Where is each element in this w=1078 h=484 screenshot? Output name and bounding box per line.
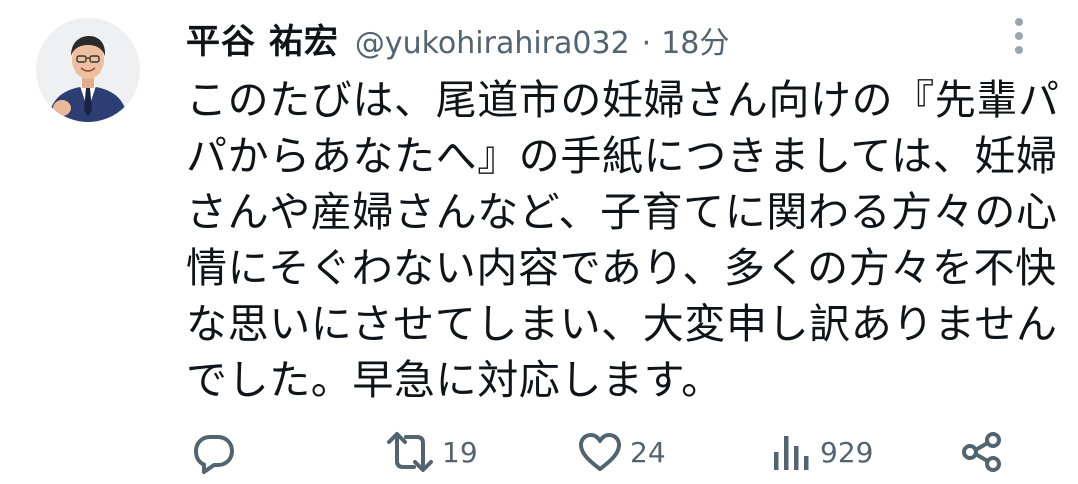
retweet-count: 19 [442,435,478,469]
retweet-icon [387,432,433,472]
reply-icon [194,435,234,474]
tweet-time[interactable]: 18分 [661,18,729,62]
like-count: 24 [630,435,666,469]
views-icon [774,436,809,470]
tweet-text-line: パからあなたへ』の手紙につきましては、妊婦 [186,132,1058,180]
meta-separator: · [641,26,652,61]
author-name[interactable]: 平谷 祐宏 [186,14,339,63]
like-button[interactable]: 24 [576,424,666,480]
retweet-button[interactable]: 19 [384,424,478,480]
tweet-text-line: さんや産婦さんなど、子育てに関わる方々の心 [186,188,1058,236]
avatar[interactable] [36,18,140,122]
share-icon [962,432,1001,472]
tweet-actions: 19 24 929 [186,424,1016,480]
tweet-text-line: でした。早急に対応します。 [186,356,723,404]
person-avatar-icon [36,18,140,122]
reply-button[interactable] [190,424,238,480]
tweet-header: 平谷 祐宏 @yukohirahira032 · 18分 [186,14,729,62]
share-button[interactable] [958,424,1006,480]
tweet-text-line: 情にそぐわない内容であり、多くの方々を不快 [186,244,1057,292]
more-options-icon[interactable] [1004,16,1034,56]
heart-icon [579,433,621,471]
tweet-text: このたびは、尾道市の妊婦さん向けの『先輩パ パからあなたへ』の手紙につきましては… [186,72,1060,408]
tweet-card[interactable]: 平谷 祐宏 @yukohirahira032 · 18分 このたびは、尾道市の妊… [0,0,1078,484]
author-handle[interactable]: @yukohirahira032 [355,26,630,61]
views-button[interactable]: 929 [770,424,873,480]
views-count: 929 [820,435,874,469]
tweet-text-line: な思いにさせてしまい、大変申し訳ありません [186,300,1058,348]
tweet-text-line: このたびは、尾道市の妊婦さん向けの『先輩パ [186,76,1060,124]
